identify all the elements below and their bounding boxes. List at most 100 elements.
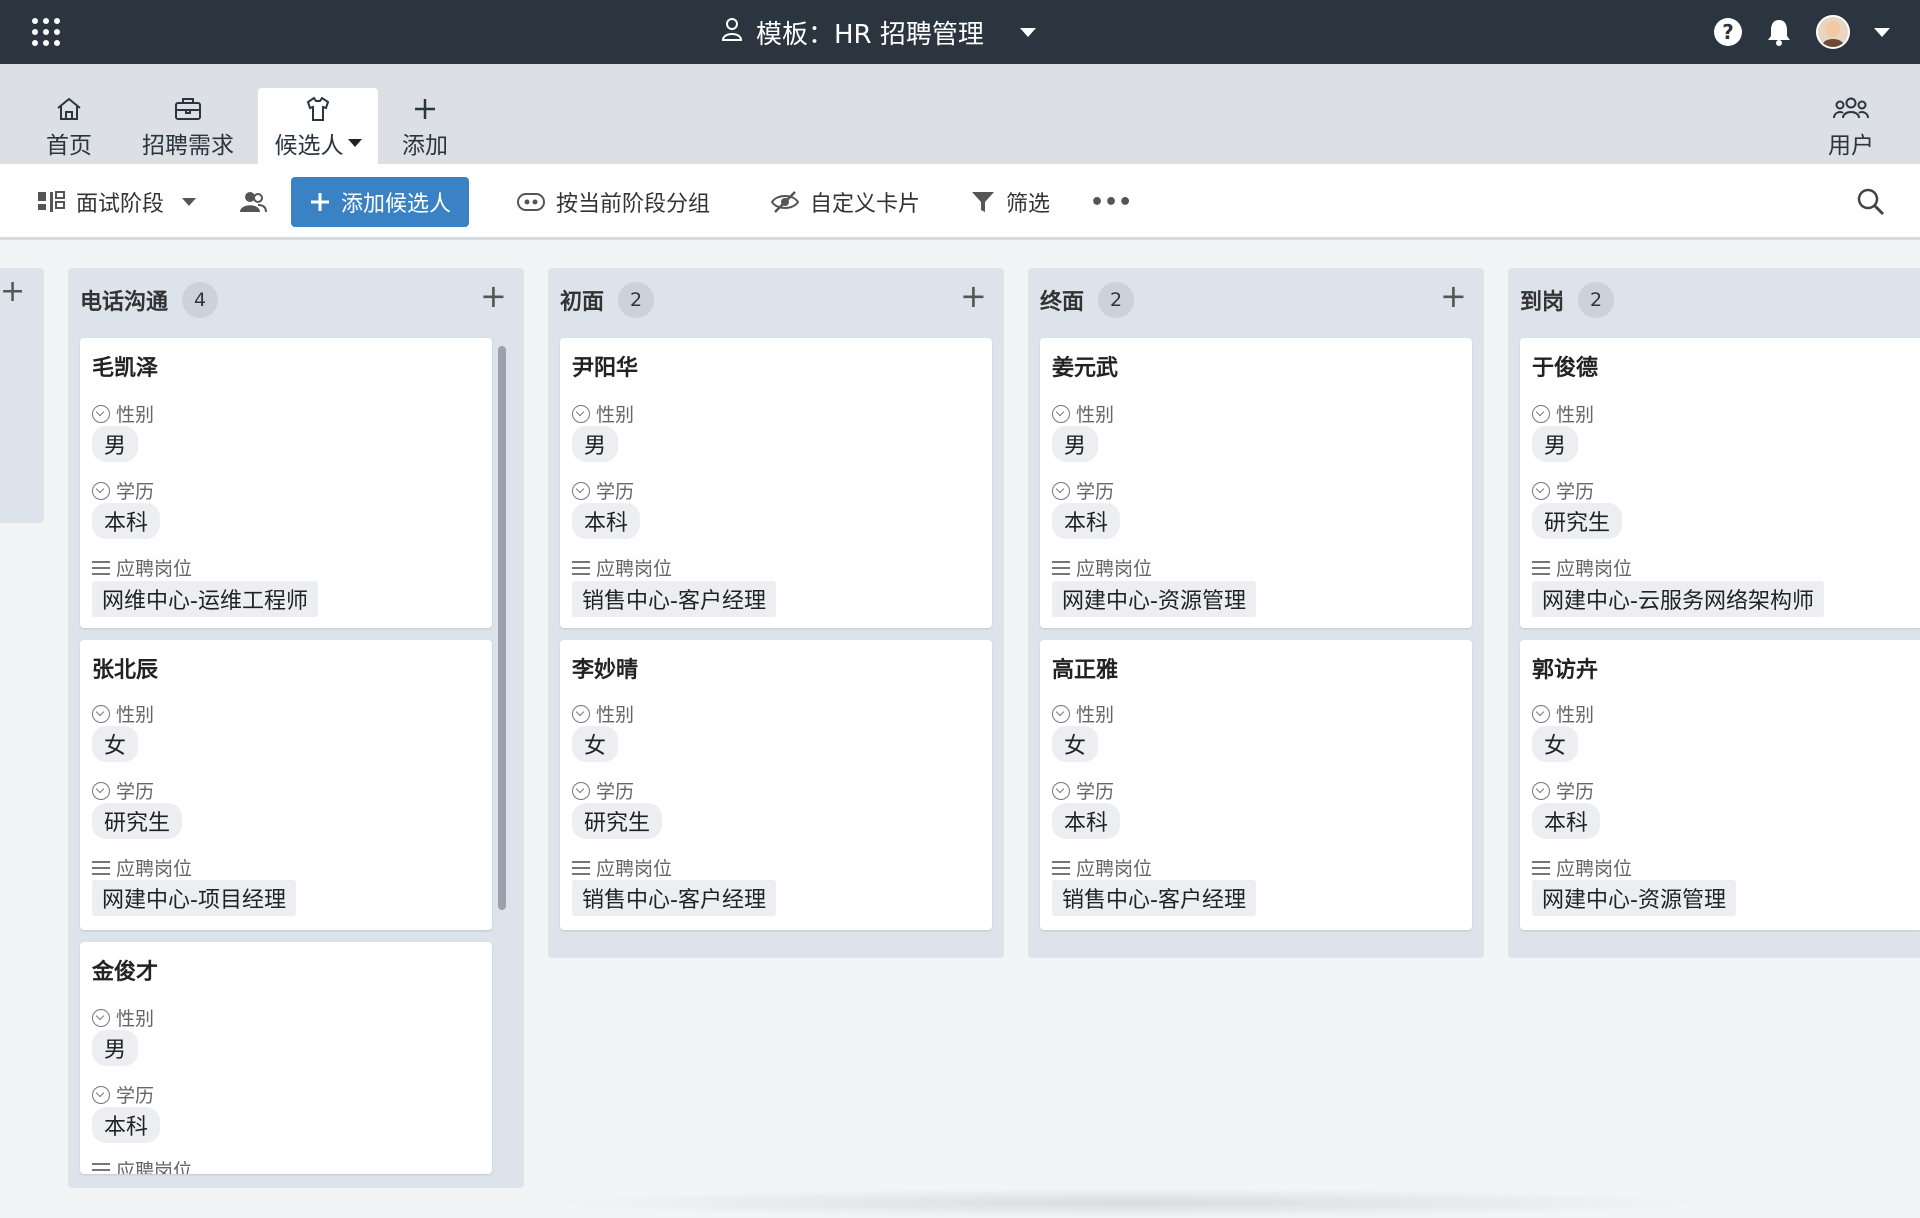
gender-label: 性别 — [572, 400, 634, 427]
candidate-card[interactable]: 张北辰 性别 女 学历 研究生 应聘岗位 网建中心-项目经理 — [80, 640, 492, 930]
select-field-icon — [92, 1085, 110, 1104]
top-bar: 模板：HR 招聘管理 ? — [0, 0, 1920, 64]
app-grid-icon[interactable] — [32, 18, 62, 48]
education-value: 本科 — [572, 503, 641, 539]
position-value: 销售中心-客户经理 — [572, 581, 776, 617]
select-field-icon — [92, 781, 110, 800]
field-label-text: 学历 — [596, 781, 635, 803]
field-label-text: 性别 — [116, 1008, 155, 1030]
app-title-dropdown[interactable]: 模板：HR 招聘管理 — [720, 14, 1036, 50]
education-value: 本科 — [92, 503, 161, 539]
position-label: 应聘岗位 — [1052, 854, 1152, 881]
candidate-card[interactable]: 高正雅 性别 女 学历 本科 应聘岗位 销售中心-客户经理 — [1040, 640, 1472, 930]
column-header: 初面 2 — [560, 282, 655, 318]
candidate-card[interactable]: 姜元武 性别 男 学历 本科 应聘岗位 网建中心-资源管理 — [1040, 338, 1472, 628]
filter-label: 筛选 — [1006, 192, 1051, 217]
plus-icon — [415, 99, 435, 119]
help-icon[interactable]: ? — [1714, 18, 1742, 46]
education-label: 学历 — [1532, 777, 1594, 804]
education-value: 研究生 — [572, 803, 663, 839]
candidate-card[interactable]: 毛凯泽 性别 男 学历 本科 应聘岗位 网维中心-运维工程师 — [80, 338, 492, 628]
field-label-text: 学历 — [1076, 781, 1115, 803]
filter-button[interactable]: 筛选 — [970, 183, 1050, 221]
toolbar: 面试阶段 添加候选人 按当前阶段分组 自定义卡片 筛选 ••• — [0, 164, 1920, 240]
avatar[interactable] — [1816, 15, 1850, 49]
tab-label: 候选人 — [274, 133, 344, 159]
app-title: 模板：HR 招聘管理 — [756, 19, 984, 50]
select-field-icon — [92, 1008, 110, 1027]
education-value: 研究生 — [1532, 503, 1623, 539]
column-title: 初面 — [560, 290, 605, 315]
field-label-text: 性别 — [116, 704, 155, 726]
text-field-icon — [1532, 560, 1550, 575]
select-field-icon — [1052, 704, 1070, 723]
candidate-card[interactable]: 尹阳华 性别 男 学历 本科 应聘岗位 销售中心-客户经理 — [560, 338, 992, 628]
field-label-text: 学历 — [1556, 481, 1595, 503]
nav-bar: 首页 招聘需求 候选人 添加 用户 — [0, 64, 1920, 164]
position-label: 应聘岗位 — [1532, 854, 1632, 881]
chevron-down-icon[interactable] — [1874, 27, 1890, 37]
search-button[interactable] — [1856, 183, 1886, 221]
group-by-button[interactable]: 按当前阶段分组 — [516, 183, 710, 221]
tab-candidates[interactable]: 候选人 — [258, 88, 378, 164]
candidate-name: 郭访卉 — [1532, 658, 1599, 683]
text-field-icon — [92, 860, 110, 875]
members-button[interactable] — [238, 183, 268, 221]
select-field-icon — [92, 481, 110, 500]
field-label-text: 应聘岗位 — [1076, 858, 1153, 880]
view-selector[interactable]: 面试阶段 — [36, 183, 197, 221]
select-field-icon — [1052, 781, 1070, 800]
add-card-button[interactable]: + — [960, 280, 987, 312]
column-count-badge: 4 — [182, 282, 219, 318]
chevron-down-icon — [182, 198, 197, 206]
add-card-icon[interactable]: + — [0, 274, 25, 309]
position-label: 应聘岗位 — [572, 854, 672, 881]
previous-column-stub: + — [0, 268, 44, 523]
field-label-text: 应聘岗位 — [1076, 558, 1153, 580]
gender-label: 性别 — [1532, 400, 1594, 427]
select-field-icon — [1052, 481, 1070, 500]
users-icon — [1833, 97, 1869, 119]
select-field-icon — [92, 404, 110, 423]
candidate-card[interactable]: 金俊才 性别 男 学历 本科 应聘岗位 — [80, 942, 492, 1174]
candidate-card[interactable]: 李妙晴 性别 女 学历 研究生 应聘岗位 销售中心-客户经理 — [560, 640, 992, 930]
education-label: 学历 — [572, 477, 634, 504]
education-label: 学历 — [92, 1081, 154, 1108]
text-field-icon — [572, 560, 590, 575]
position-label: 应聘岗位 — [92, 1156, 192, 1174]
customize-card-button[interactable]: 自定义卡片 — [770, 183, 920, 221]
gender-label: 性别 — [1532, 700, 1594, 727]
field-label-text: 性别 — [1556, 404, 1595, 426]
add-candidate-button[interactable]: 添加候选人 — [291, 177, 470, 227]
gender-label: 性别 — [1052, 400, 1114, 427]
select-field-icon — [572, 704, 590, 723]
view-label: 面试阶段 — [76, 192, 165, 217]
tab-home[interactable]: 首页 — [40, 88, 98, 164]
column-scrollbar[interactable] — [498, 346, 506, 910]
more-button[interactable]: ••• — [1090, 183, 1132, 221]
candidate-name: 于俊德 — [1532, 356, 1599, 381]
candidate-card[interactable]: 郭访卉 性别 女 学历 本科 应聘岗位 网建中心-资源管理 — [1520, 640, 1920, 930]
column-title: 终面 — [1040, 290, 1085, 315]
add-card-button[interactable]: + — [480, 280, 507, 312]
tab-requirements[interactable]: 招聘需求 — [138, 88, 238, 164]
bell-icon[interactable] — [1766, 18, 1792, 46]
position-value: 网建中心-项目经理 — [92, 880, 296, 916]
gender-label: 性别 — [92, 400, 154, 427]
field-label-text: 性别 — [1076, 404, 1115, 426]
users-button[interactable]: 用户 — [1826, 88, 1876, 164]
select-field-icon — [572, 481, 590, 500]
education-label: 学历 — [92, 477, 154, 504]
position-value: 销售中心-客户经理 — [1052, 880, 1256, 916]
candidate-card[interactable]: 于俊德 性别 男 学历 研究生 应聘岗位 网建中心-云服务网络架构师 — [1520, 338, 1920, 628]
tab-add[interactable]: 添加 — [398, 88, 452, 164]
select-field-icon — [572, 404, 590, 423]
candidate-name: 姜元武 — [1052, 356, 1119, 381]
education-label: 学历 — [1052, 477, 1114, 504]
text-field-icon — [1532, 860, 1550, 875]
field-label-text: 学历 — [116, 781, 155, 803]
kanban-icon — [38, 191, 65, 212]
add-card-button[interactable]: + — [1440, 280, 1467, 312]
column-count-badge: 2 — [1098, 282, 1135, 318]
position-value: 网建中心-云服务网络架构师 — [1532, 581, 1824, 617]
